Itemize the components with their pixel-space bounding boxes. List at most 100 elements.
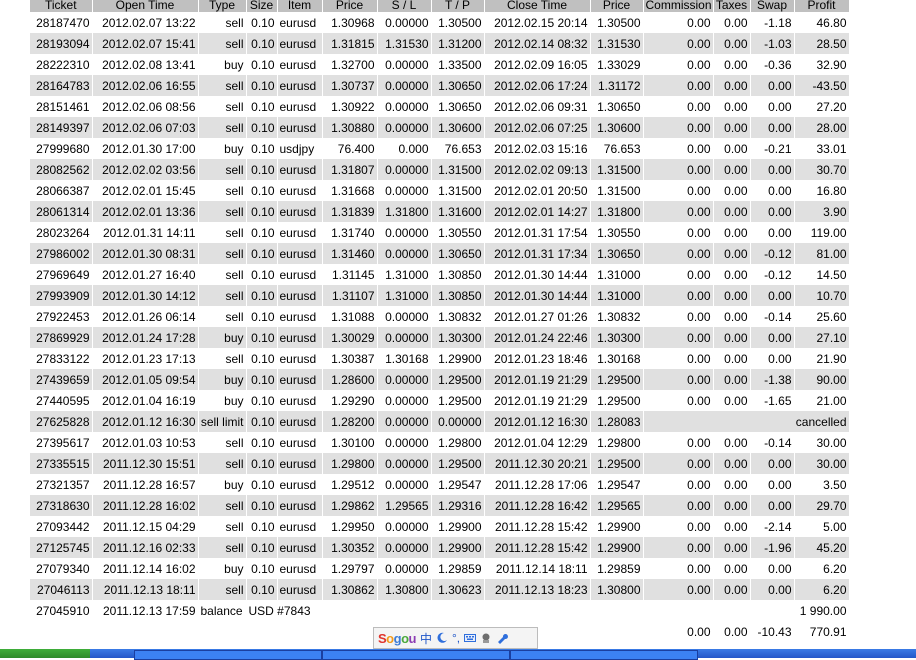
- table-cell: 3.50: [794, 474, 850, 495]
- table-cell: 0.10: [246, 75, 278, 96]
- table-cell: 2012.02.15 20:14: [484, 12, 591, 33]
- column-header: Commission: [643, 0, 714, 12]
- table-cell: sell: [198, 579, 247, 600]
- table-cell: 1.30500: [590, 12, 644, 33]
- trade-row[interactable]: 28151461 2012.02.06 08:56 sell 0.10 eurusd 1.…: [30, 96, 850, 117]
- trade-row[interactable]: 27125745 2011.12.16 02:33 sell 0.10 eurusd 1.…: [30, 537, 850, 558]
- table-cell: 0.10: [246, 348, 278, 369]
- trade-row[interactable]: 28061314 2012.02.01 13:36 sell 0.10 eurusd 1.…: [30, 201, 850, 222]
- table-cell: sell: [198, 96, 247, 117]
- table-cell: 1.33029: [590, 54, 644, 75]
- table-cell: sell: [198, 75, 247, 96]
- trade-row[interactable]: 28082562 2012.02.02 03:56 sell 0.10 eurusd 1.…: [30, 159, 850, 180]
- table-cell: 0.00: [713, 453, 751, 474]
- table-cell: 28.50: [794, 33, 850, 54]
- keyboard-icon[interactable]: [464, 632, 477, 644]
- trade-row[interactable]: 28222310 2012.02.08 13:41 buy 0.10 eurusd 1.3…: [30, 54, 850, 75]
- trade-row[interactable]: 27395617 2012.01.03 10:53 sell 0.10 eurusd 1.…: [30, 432, 850, 453]
- table-cell: 27125745: [30, 537, 93, 558]
- table-cell: 1.31500: [590, 180, 644, 201]
- table-cell: 1.29859: [590, 558, 644, 579]
- table-cell: 2011.12.14 18:11: [484, 558, 591, 579]
- table-cell: 1.31000: [377, 264, 432, 285]
- table-cell: eurusd: [277, 558, 323, 579]
- trade-row[interactable]: 27833122 2012.01.23 17:13 sell 0.10 eurusd 1.…: [30, 348, 850, 369]
- column-header: Open Time: [92, 0, 199, 12]
- chinese-mode-toggle[interactable]: 中: [420, 630, 432, 647]
- trade-row[interactable]: 27093442 2011.12.15 04:29 sell 0.10 eurusd 1.…: [30, 516, 850, 537]
- trade-row[interactable]: 27986002 2012.01.30 08:31 sell 0.10 eurusd 1.…: [30, 243, 850, 264]
- table-cell: 0.10: [246, 453, 278, 474]
- table-cell: -10.43: [750, 621, 795, 642]
- trade-row[interactable]: 27439659 2012.01.05 09:54 buy 0.10 eurusd 1.2…: [30, 369, 850, 390]
- table-cell: eurusd: [277, 75, 323, 96]
- ime-toolbar[interactable]: Sogou 中 °,: [373, 627, 538, 649]
- trade-row[interactable]: 28149397 2012.02.06 07:03 sell 0.10 eurusd 1.…: [30, 117, 850, 138]
- trade-row[interactable]: 27625828 2012.01.12 16:30 sell limit 0.10 eu…: [30, 411, 850, 432]
- table-cell: 2012.01.19 21:29: [484, 390, 591, 411]
- table-cell: 2011.12.30 15:51: [92, 453, 199, 474]
- table-cell: 1.31107: [322, 285, 378, 306]
- trade-row[interactable]: 27922453 2012.01.26 06:14 sell 0.10 eurusd 1.…: [30, 306, 850, 327]
- trade-row[interactable]: 27318630 2011.12.28 16:02 sell 0.10 eurusd 1.…: [30, 495, 850, 516]
- taskbar-window-button-3[interactable]: [510, 650, 698, 660]
- table-cell: 0.00: [643, 12, 714, 33]
- table-cell: 2012.01.31 17:54: [484, 222, 591, 243]
- trade-row[interactable]: 27969649 2012.01.27 16:40 sell 0.10 eurusd 1.…: [30, 264, 850, 285]
- balance-row[interactable]: 27045910 2011.12.13 17:59 balance USD #7843…: [30, 600, 850, 621]
- start-button[interactable]: [0, 649, 90, 658]
- punctuation-toggle[interactable]: °,: [452, 631, 460, 645]
- table-cell: 0.00: [750, 579, 795, 600]
- taskbar-window-button-1[interactable]: [134, 650, 322, 660]
- table-cell: 119.00: [794, 222, 850, 243]
- table-cell: 1.30650: [431, 243, 485, 264]
- table-cell: 2012.02.07 13:22: [92, 12, 199, 33]
- table-cell: 2011.12.28 15:42: [484, 516, 591, 537]
- table-cell: 0.00000: [377, 432, 432, 453]
- trade-row[interactable]: 27321357 2011.12.28 16:57 buy 0.10 eurusd 1.2…: [30, 474, 850, 495]
- trade-row[interactable]: 28164783 2012.02.06 16:55 sell 0.10 eurusd 1.…: [30, 75, 850, 96]
- trade-row[interactable]: 27335515 2011.12.30 15:51 sell 0.10 eurusd 1.…: [30, 453, 850, 474]
- table-cell: 0.00: [713, 390, 751, 411]
- table-cell: 2012.01.19 21:29: [484, 369, 591, 390]
- trade-row[interactable]: 28023264 2012.01.31 14:11 sell 0.10 eurusd 1.…: [30, 222, 850, 243]
- table-cell: 1.29900: [431, 537, 485, 558]
- table-cell: 1.32700: [322, 54, 378, 75]
- table-cell: 2012.02.06 16:55: [92, 75, 199, 96]
- table-cell: 1.31460: [322, 243, 378, 264]
- table-cell: 0.00: [713, 201, 751, 222]
- skin-icon[interactable]: [480, 632, 492, 644]
- wrench-icon[interactable]: [496, 632, 509, 644]
- trade-row[interactable]: 28193094 2012.02.07 15:41 sell 0.10 eurusd 1.…: [30, 33, 850, 54]
- table-cell: 2012.02.06 07:03: [92, 117, 199, 138]
- table-cell: 27869929: [30, 327, 93, 348]
- table-cell: 0.00000: [377, 306, 432, 327]
- table-cell: 76.400: [322, 138, 378, 159]
- trade-row[interactable]: 27079340 2011.12.14 16:02 buy 0.10 eurusd 1.2…: [30, 558, 850, 579]
- table-cell: 0.10: [246, 495, 278, 516]
- table-cell: 28149397: [30, 117, 93, 138]
- table-cell: sell: [198, 159, 247, 180]
- table-cell: eurusd: [277, 54, 323, 75]
- table-cell: 1.30850: [431, 264, 485, 285]
- table-cell: 0.00: [643, 369, 714, 390]
- column-header: Type: [198, 0, 247, 12]
- trade-row[interactable]: 27869929 2012.01.24 17:28 buy 0.10 eurusd 1.3…: [30, 327, 850, 348]
- trade-row[interactable]: 27046113 2011.12.13 18:11 sell 0.10 eurusd 1.…: [30, 579, 850, 600]
- table-cell: sell: [198, 348, 247, 369]
- moon-icon[interactable]: [436, 632, 448, 644]
- trade-row[interactable]: 27440595 2012.01.04 16:19 buy 0.10 eurusd 1.2…: [30, 390, 850, 411]
- trade-row[interactable]: 27993909 2012.01.30 14:12 sell 0.10 eurusd 1.…: [30, 285, 850, 306]
- table-cell: 1.31815: [322, 33, 378, 54]
- table-cell: 1.30800: [590, 579, 644, 600]
- table-cell: eurusd: [277, 180, 323, 201]
- trade-row[interactable]: 27999680 2012.01.30 17:00 buy 0.10 usdjpy 76.…: [30, 138, 850, 159]
- trade-row[interactable]: 28066387 2012.02.01 15:45 sell 0.10 eurusd 1.…: [30, 180, 850, 201]
- taskbar-window-button-2[interactable]: [322, 650, 510, 660]
- table-cell: 0.00: [643, 621, 714, 642]
- table-cell: eurusd: [277, 285, 323, 306]
- trade-row[interactable]: 28187470 2012.02.07 13:22 sell 0.10 eurusd 1.…: [30, 12, 850, 33]
- table-cell: 27046113: [30, 579, 93, 600]
- table-cell: 1.30850: [431, 285, 485, 306]
- table-cell: 2011.12.28 17:06: [484, 474, 591, 495]
